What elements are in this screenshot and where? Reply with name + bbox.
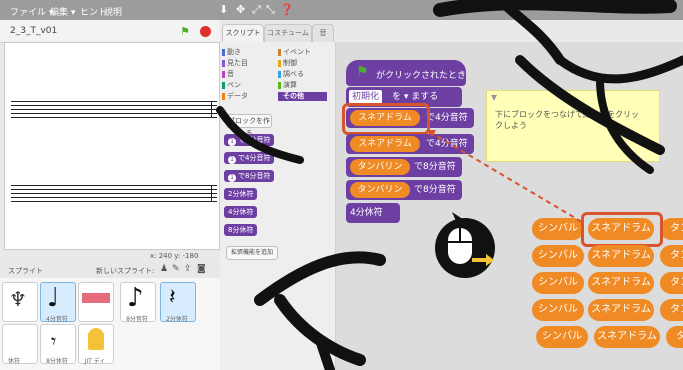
drag-connector	[426, 130, 583, 223]
screen: ファイル ▾ 編集 ▾ ヒント 説明 ⬇ ✥ ⤢ ⤡ ❓ 2_3_T_v01 ⚑…	[0, 0, 683, 370]
mouse-drag-icon	[435, 212, 495, 278]
